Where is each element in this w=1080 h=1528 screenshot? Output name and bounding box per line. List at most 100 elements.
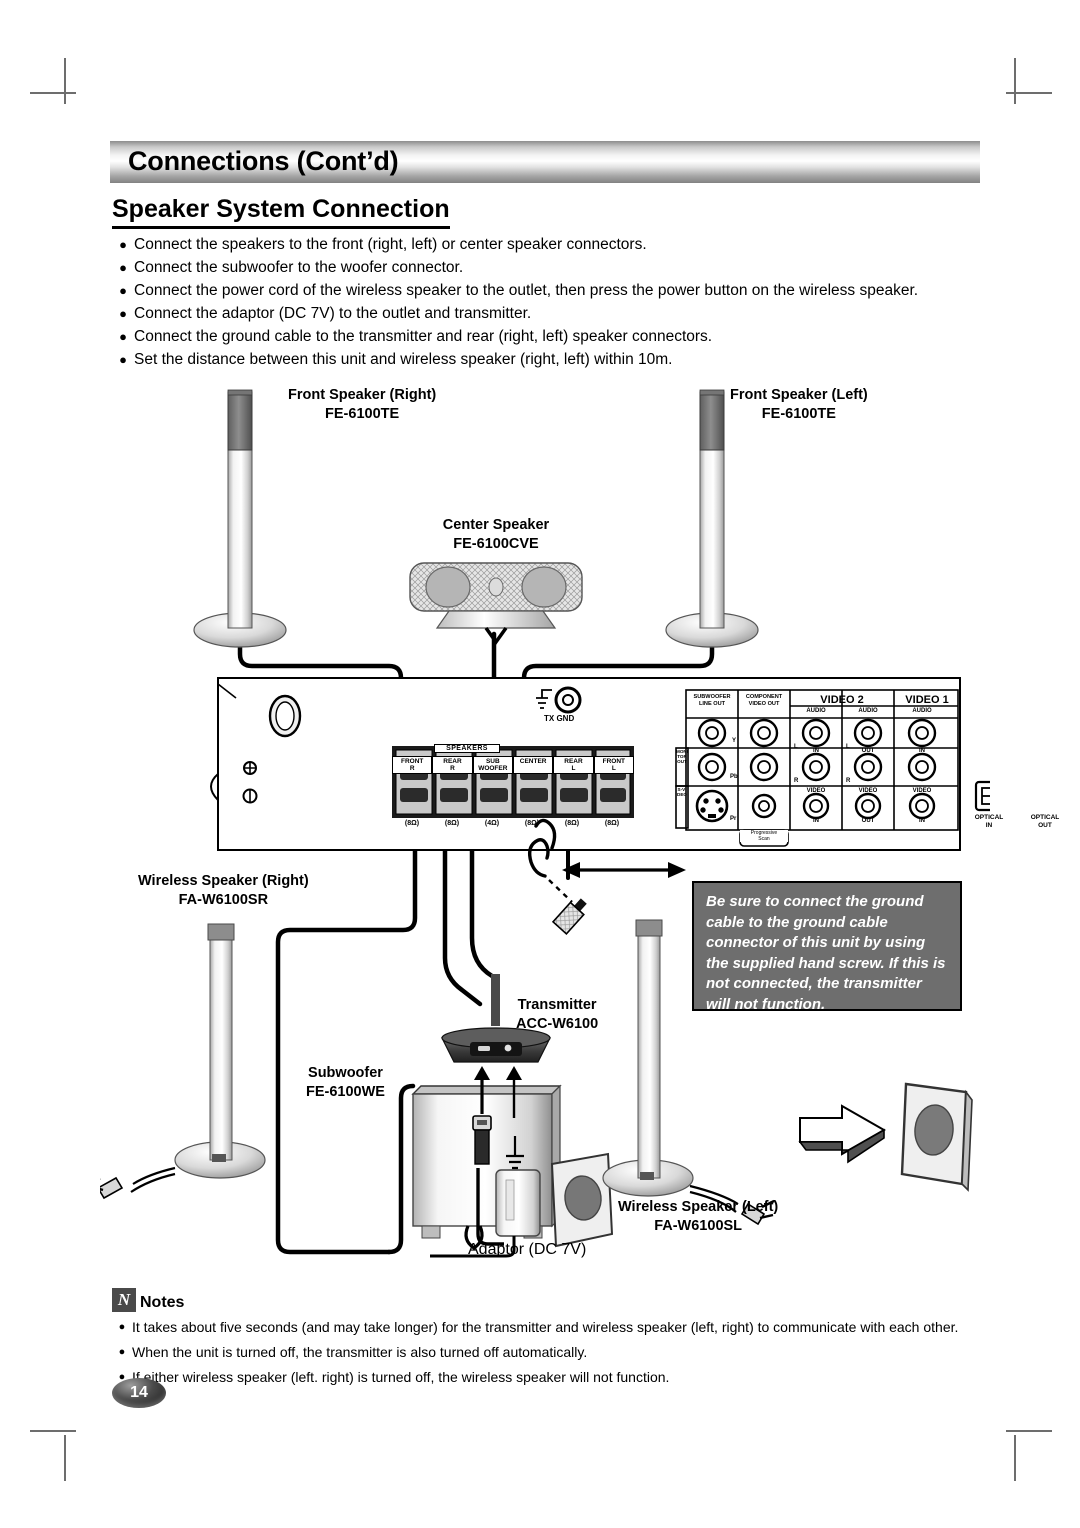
instruction-text: Connect the ground cable to the transmit… xyxy=(134,328,713,345)
terminal-line1: SUB xyxy=(485,758,500,765)
label-model: FA-W6100SR xyxy=(178,892,269,908)
crop-mark-bottom-right-horizontal xyxy=(1006,1430,1052,1432)
adaptor-label: Adaptor (DC 7V) xyxy=(468,1241,587,1258)
audio-in-label: IN xyxy=(813,748,819,754)
front-left-speaker-graphic xyxy=(665,389,759,648)
label-name: Wireless Speaker (Left) xyxy=(618,1199,779,1215)
terminal-label: REAR L xyxy=(553,756,594,774)
list-item: ● Connect the subwoofer to the woofer con… xyxy=(112,257,980,279)
speaker-terminal-labels: FRONT R REAR R SUB WOOFER CENTER REAR L FRON… xyxy=(392,756,634,774)
notes-title: Notes xyxy=(140,1294,185,1311)
bullet-icon: ● xyxy=(119,352,127,367)
note-text: When the unit is turned off, the transmi… xyxy=(132,1344,588,1360)
page-number-badge: 14 xyxy=(112,1378,166,1408)
label-name: Front Speaker (Left) xyxy=(730,387,868,403)
manual-page: Connections (Cont’d) Speaker System Conn… xyxy=(0,0,1080,1528)
ground-cable-warning-box: Be sure to connect the ground cable to t… xyxy=(692,881,962,1013)
impedance-label: (8Ω) xyxy=(524,820,540,827)
label-model: FA-W6100SL xyxy=(654,1218,743,1234)
front-right-speaker-graphic xyxy=(193,389,287,648)
label-model: FE-6100CVE xyxy=(453,536,539,552)
monitor-out-label: MONITOR OUT xyxy=(676,749,688,764)
crop-mark-top-left-horizontal xyxy=(30,92,76,94)
front-right-speaker-label: Front Speaker (Right) FE-6100TE xyxy=(288,386,436,424)
instruction-text: Connect the subwoofer to the woofer conn… xyxy=(134,259,464,276)
notes-section: N Notes ● It takes about five seconds (an… xyxy=(112,1288,992,1387)
terminal-line1: REAR xyxy=(564,758,583,765)
instruction-text: Set the distance between this unit and w… xyxy=(134,351,673,368)
label-model: ACC-W6100 xyxy=(516,1016,599,1032)
bullet-icon: ● xyxy=(118,1321,126,1333)
terminal-label: FRONT R xyxy=(392,756,433,774)
impedance-label: (8Ω) xyxy=(404,820,420,827)
label-line2: Scan xyxy=(758,836,770,842)
list-item: ● Connect the adaptor (DC 7V) to the outl… xyxy=(112,303,980,325)
component-video-out-label: COMPONENT VIDEO OUT xyxy=(740,694,788,708)
terminal-line2: R xyxy=(450,765,455,772)
list-item: ● Set the distance between this unit and … xyxy=(112,349,980,371)
crop-mark-top-right-horizontal xyxy=(1006,92,1052,94)
crop-mark-top-left-vertical xyxy=(64,58,66,104)
front-left-speaker-label: Front Speaker (Left) FE-6100TE xyxy=(730,386,868,424)
speakers-block-label: SPEAKERS xyxy=(434,744,500,753)
list-item: ● Connect the power cord of the wireless … xyxy=(112,280,980,302)
terminal-line1: FRONT xyxy=(400,758,424,765)
label-name: Subwoofer xyxy=(308,1065,383,1081)
note-text: If either wireless speaker (left. right)… xyxy=(132,1369,670,1385)
label-name: Front Speaker (Right) xyxy=(288,387,437,403)
subwoofer-label: Subwoofer FE-6100WE xyxy=(306,1064,385,1102)
impedance-label: (8Ω) xyxy=(564,820,580,827)
terminal-label: CENTER xyxy=(512,756,554,774)
video-label: VIDEO xyxy=(858,788,878,794)
audio-label: AUDIO xyxy=(858,708,878,714)
label-model: FE-6100TE xyxy=(325,406,400,422)
terminal-line2: WOOFER xyxy=(478,765,508,772)
label-line1: OPTICAL xyxy=(974,814,1004,821)
wireless-right-speaker-label: Wireless Speaker (Right) FA-W6100SR xyxy=(138,872,309,910)
instruction-text: Connect the adaptor (DC 7V) to the outle… xyxy=(134,305,532,322)
warning-text: Be sure to connect the ground cable to t… xyxy=(706,893,946,1013)
diagram-graphics xyxy=(100,389,990,1258)
component-pr-label: Pr xyxy=(730,816,737,822)
terminal-label: SUB WOOFER xyxy=(472,756,513,774)
section-title: Speaker System Connection xyxy=(112,195,450,229)
channel-right-label: R xyxy=(846,778,851,784)
audio-in-label: IN xyxy=(919,748,925,754)
label-model: FE-6100WE xyxy=(306,1084,385,1100)
center-speaker-graphic xyxy=(409,562,583,646)
bullet-icon: ● xyxy=(119,283,127,298)
bullet-icon: ● xyxy=(119,260,127,275)
wireless-right-speaker-graphic xyxy=(100,923,266,1200)
audio-label: AUDIO xyxy=(806,708,826,714)
transmitter-label: Transmitter ACC-W6100 xyxy=(516,996,598,1034)
speaker-impedance-labels: (8Ω) (8Ω) (4Ω) (8Ω) (8Ω) (8Ω) xyxy=(392,820,634,827)
bullet-icon: ● xyxy=(119,237,127,252)
s-video-label: S-VIDEO xyxy=(677,787,687,797)
progressive-scan-label: Progressive Scan xyxy=(740,830,788,842)
plug-direction-arrow-icon xyxy=(798,1104,887,1164)
terminal-line1: REAR xyxy=(443,758,462,765)
wall-outlet-right-graphic xyxy=(900,1082,973,1192)
component-pb-label: Pb xyxy=(730,774,738,780)
bullet-icon: ● xyxy=(118,1346,126,1358)
crop-mark-bottom-right-vertical xyxy=(1014,1435,1016,1481)
list-item: ● It takes about five seconds (and may ta… xyxy=(112,1317,992,1337)
video2-label: VIDEO 2 xyxy=(820,694,864,706)
video-in-label: IN xyxy=(813,818,819,824)
terminal-line2: L xyxy=(571,765,576,772)
video-label: VIDEO xyxy=(806,788,826,794)
optical-in-label: OPTICAL IN xyxy=(964,814,1014,830)
label-model: FE-6100TE xyxy=(761,406,836,422)
terminal-label: REAR R xyxy=(432,756,473,774)
optical-out-label: OPTICAL OUT xyxy=(1020,814,1070,830)
center-speaker-label: Center Speaker FE-6100CVE xyxy=(418,516,574,554)
crop-mark-bottom-left-vertical xyxy=(64,1435,66,1481)
page-number: 14 xyxy=(130,1384,148,1401)
video-out-label: OUT xyxy=(861,818,875,824)
label-line2: OUT xyxy=(1038,822,1052,829)
list-item: ● Connect the speakers to the front (righ… xyxy=(112,234,980,256)
channel-right-label: R xyxy=(794,778,799,784)
list-item: ● If either wireless speaker (left. right… xyxy=(112,1367,992,1387)
terminal-line1: CENTER xyxy=(519,758,547,765)
note-text: It takes about five seconds (and may tak… xyxy=(132,1319,959,1335)
